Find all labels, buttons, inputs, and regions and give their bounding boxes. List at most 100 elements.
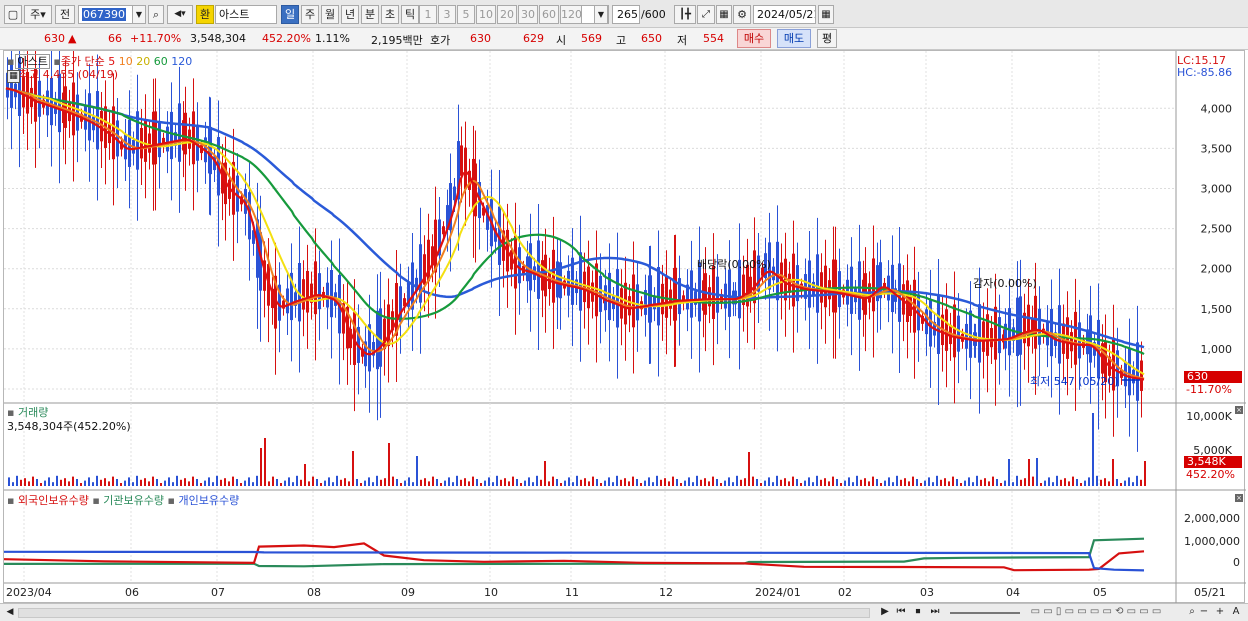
volume-bar: [508, 481, 510, 486]
volume-bar: [88, 477, 90, 486]
period-button-0[interactable]: 일: [281, 5, 299, 24]
minute-dropdown-icon[interactable]: ▼: [594, 5, 608, 24]
prev-button[interactable]: 전: [55, 5, 75, 24]
ma20-line: [5, 87, 1145, 376]
candle-body: [158, 121, 161, 158]
candle-icon[interactable]: ┃╋: [674, 5, 696, 24]
period-button-3[interactable]: 년: [341, 5, 359, 24]
candle-body: [632, 274, 635, 328]
volume-bar: [492, 482, 494, 486]
period-button-2[interactable]: 월: [321, 5, 339, 24]
x-tick-label: 02: [838, 586, 852, 599]
skip-back-icon[interactable]: ⏮: [894, 605, 908, 620]
text-size-icon[interactable]: A: [1230, 605, 1242, 620]
candle-body: [326, 282, 329, 308]
volume-bar: [244, 480, 246, 486]
period-button-6[interactable]: 틱: [401, 5, 419, 24]
volume-bar: [932, 482, 934, 486]
volume-bar: [52, 482, 54, 486]
volume-bar: [144, 478, 146, 486]
volume-bar: [1052, 482, 1054, 486]
volume-bar: [60, 479, 62, 486]
skip-forward-icon[interactable]: ⏭: [928, 605, 942, 620]
volume-bar: [332, 482, 334, 486]
hwan-button[interactable]: 환: [196, 5, 214, 24]
volume-bar: [712, 476, 714, 486]
volume-bar: [708, 481, 710, 486]
play-icon[interactable]: ▶: [879, 605, 891, 620]
volume-bar: [1036, 458, 1038, 486]
volume-bar: [720, 483, 722, 486]
search-icon[interactable]: ⌕: [148, 5, 164, 24]
period-button-1[interactable]: 주: [301, 5, 319, 24]
chart-area[interactable]: 4,000 3,500 3,000 2,500 2,000 1,500 1,000 2023/…: [3, 50, 1246, 604]
minute-button-3[interactable]: 3: [438, 5, 456, 24]
zoom-out-icon[interactable]: −: [1198, 605, 1210, 620]
sell-button[interactable]: 매도: [777, 29, 811, 48]
volume-bar: [368, 477, 370, 486]
volume-bar: [352, 451, 354, 486]
volume-bar: [336, 475, 338, 486]
volume-bar: [304, 464, 306, 486]
volume-bar: [920, 483, 922, 486]
capital-reduction-label: 감자(0.00%): [973, 277, 1037, 290]
scroll-left-icon[interactable]: ◀: [4, 605, 16, 620]
minute-button-10[interactable]: 10: [476, 5, 496, 24]
holding-close-icon[interactable]: ×: [1235, 494, 1243, 502]
period-button-5[interactable]: 초: [381, 5, 399, 24]
volume-bar: [672, 476, 674, 486]
buy-button[interactable]: 매수: [737, 29, 771, 48]
x-tick-label: 07: [211, 586, 225, 599]
period-button-4[interactable]: 분: [361, 5, 379, 24]
gear-icon[interactable]: ⚙: [733, 5, 751, 24]
last-volume-tag: 3,548K: [1184, 456, 1242, 468]
bid-price: 629: [523, 32, 544, 45]
market-select[interactable]: 주▾: [24, 5, 52, 24]
candle-body: [64, 86, 67, 128]
volume-bar: [268, 481, 270, 486]
minute-button-1[interactable]: 1: [419, 5, 437, 24]
candle-body: [1027, 304, 1030, 347]
zoom-slider[interactable]: [950, 612, 1020, 614]
tool-icons[interactable]: ▭ ▭ ▯ ▭ ▭ ▭ ▭ ⟲ ▭ ▭ ▭: [1026, 605, 1166, 620]
candle-body: [728, 269, 731, 317]
volume-bar: [16, 475, 18, 486]
volume-bar: [652, 482, 654, 486]
volume-bar: [136, 475, 138, 486]
minute-button-5[interactable]: 5: [457, 5, 475, 24]
magnify-icon[interactable]: ⌕: [1186, 605, 1198, 620]
volume-close-icon[interactable]: ×: [1235, 406, 1243, 414]
volume-bar: [256, 475, 258, 486]
date-input[interactable]: 2024/05/21: [753, 5, 816, 24]
minute-button-60[interactable]: 60: [539, 5, 559, 24]
grid-icon[interactable]: ▦: [716, 5, 732, 24]
price-tick-label: 3,500: [1201, 142, 1233, 155]
calendar-icon[interactable]: ▦: [818, 5, 834, 24]
minute-button-30[interactable]: 30: [518, 5, 538, 24]
volume-bar: [284, 480, 286, 486]
sound-icon[interactable]: ◀▾: [167, 5, 193, 24]
calculator-icon[interactable]: ▦: [7, 70, 20, 83]
stock-name-field[interactable]: 아스트: [215, 5, 277, 24]
minute-button-20[interactable]: 20: [497, 5, 517, 24]
trade-amount: 2,195백만: [371, 34, 423, 47]
volume-bar: [1080, 483, 1082, 486]
window-icon[interactable]: ▢: [4, 5, 22, 24]
eval-button[interactable]: 평: [817, 29, 837, 48]
stop-icon[interactable]: ⏹: [911, 605, 925, 620]
volume-bar: [1072, 476, 1074, 486]
volume-bar: [348, 481, 350, 486]
candle-body: [858, 261, 861, 320]
volume-percent: 452.20%: [262, 32, 311, 45]
volume-value-note: 3,548,304주(452.20%): [7, 420, 131, 433]
chart-canvas[interactable]: 4,000 3,500 3,000 2,500 2,000 1,500 1,000 2023/…: [4, 51, 1246, 604]
code-dropdown-icon[interactable]: ▼: [132, 5, 146, 24]
volume-bar: [360, 483, 362, 486]
zoom-in-icon[interactable]: +: [1214, 605, 1226, 620]
count-input[interactable]: 265: [612, 5, 640, 24]
volume-bar: [692, 482, 694, 486]
draw-icon[interactable]: ⤢: [697, 5, 715, 24]
horizontal-scrollbar[interactable]: [18, 608, 870, 618]
minute-button-120[interactable]: 120: [560, 5, 582, 24]
volume-bar: [808, 477, 810, 486]
